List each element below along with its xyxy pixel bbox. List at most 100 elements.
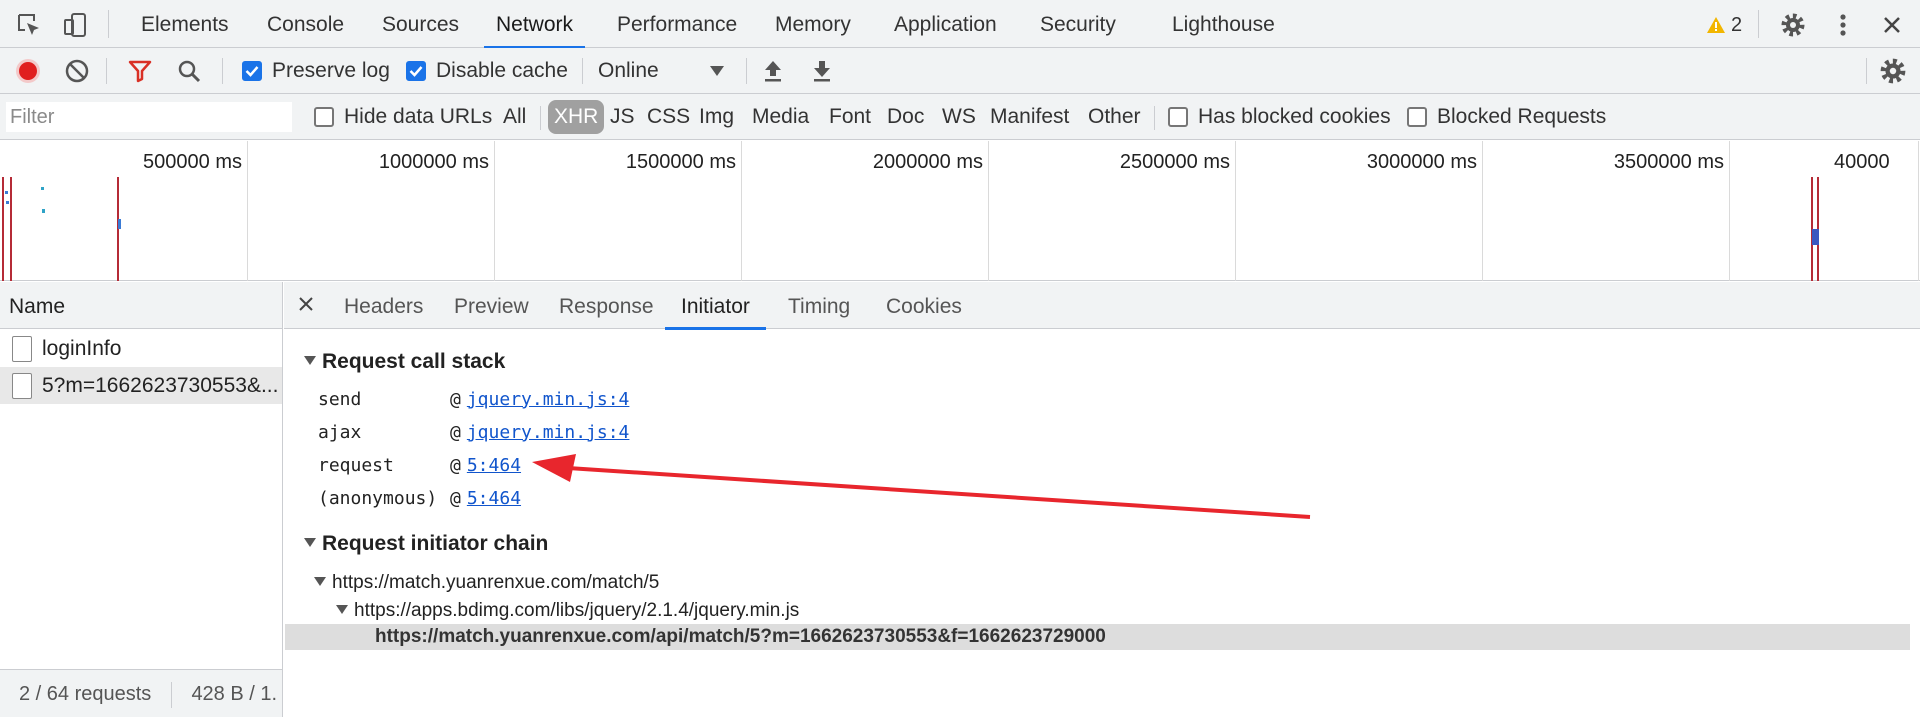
tab-performance[interactable]: Performance [617,0,737,48]
separator [1758,10,1759,38]
load-event-marker [2,177,4,281]
tab-console[interactable]: Console [267,0,344,48]
has-blocked-cookies-checkbox[interactable]: Has blocked cookies [1168,94,1391,140]
request-bar [41,187,44,190]
initiator-url: https://match.yuanrenxue.com/match/5 [332,572,660,593]
timeline-divider [741,141,742,281]
type-filter-media[interactable]: Media [747,100,814,134]
timeline-label: 3000000 ms [1366,151,1477,173]
request-count: 2 / 64 requests [19,683,152,705]
funnel-icon [128,60,152,83]
clear-button[interactable] [64,48,90,94]
name-column-header[interactable]: Name [0,282,282,329]
tab-timing[interactable]: Timing [788,282,850,329]
initiator-url: https://apps.bdimg.com/libs/jquery/2.1.4… [354,600,800,621]
tab-network[interactable]: Network [483,0,586,49]
checkbox-checked-icon [406,61,426,81]
call-stack-title: Request call stack [322,350,506,373]
search-icon [178,60,201,83]
record-button[interactable] [14,48,42,94]
type-filter-img[interactable]: Img [694,100,739,134]
hide-data-urls-checkbox[interactable]: Hide data URLs [314,94,492,140]
source-link[interactable]: 5:464 [467,455,521,476]
separator [170,681,172,708]
type-filter-doc[interactable]: Doc [882,100,929,134]
settings-gear-icon[interactable] [1778,10,1808,40]
close-icon[interactable] [1877,10,1907,40]
search-button[interactable] [176,48,202,94]
tab-headers[interactable]: Headers [344,282,423,329]
tab-lighthouse[interactable]: Lighthouse [1172,0,1275,48]
stack-function: ajax [318,421,362,443]
initiator-chain-item-selected[interactable]: https://match.yuanrenxue.com/api/match/5… [285,624,1910,650]
filter-bar: Hide data URLs All XHR JS CSS Img Media … [0,94,1920,140]
call-stack-section-header[interactable]: Request call stack [304,350,505,374]
timeline-divider [1729,141,1730,281]
disable-cache-checkbox[interactable]: Disable cache [406,48,568,94]
tab-application[interactable]: Application [894,0,997,48]
stack-at: @ [450,454,461,476]
gear-icon [1880,58,1906,84]
separator [1866,58,1867,84]
network-overview-timeline[interactable]: 500000 ms 1000000 ms 1500000 ms 2000000 … [0,141,1920,281]
export-har-button[interactable] [811,48,833,94]
close-icon [299,297,313,311]
warnings-badge[interactable]: 2 [1706,12,1742,38]
initiator-chain-item[interactable]: https://apps.bdimg.com/libs/jquery/2.1.4… [336,598,799,624]
preserve-log-checkbox[interactable]: Preserve log [242,48,390,94]
request-status-bar: 2 / 64 requests 428 B / 1. [0,669,282,717]
tab-security[interactable]: Security [1040,0,1116,48]
initiator-panel: Request call stack send @ jquery.min.js:… [284,330,1920,717]
checkbox-checked-icon [242,61,262,81]
separator [582,58,583,84]
filter-input[interactable] [6,102,292,132]
request-bar [6,201,9,204]
warning-triangle-icon [1707,17,1725,33]
type-filter-xhr[interactable]: XHR [548,100,605,134]
tab-elements[interactable]: Elements [141,0,229,48]
type-filter-manifest[interactable]: Manifest [985,100,1074,134]
type-filter-all[interactable]: All [498,100,531,134]
request-row[interactable]: loginInfo [0,330,282,367]
tab-initiator[interactable]: Initiator [665,282,766,330]
stack-at: @ [450,421,461,443]
stack-frame: (anonymous) @ 5:464 [318,485,521,511]
tab-preview[interactable]: Preview [454,282,529,329]
blocked-requests-checkbox[interactable]: Blocked Requests [1407,94,1606,140]
inspect-element-icon[interactable] [14,10,44,40]
clear-icon [65,59,89,83]
network-settings-button[interactable] [1879,48,1907,94]
expand-triangle-icon [304,537,316,547]
initiator-chain-section-header[interactable]: Request initiator chain [304,532,548,556]
tab-cookies[interactable]: Cookies [886,282,962,329]
checkbox-unchecked-icon [314,107,334,127]
stack-frame: send @ jquery.min.js:4 [318,386,629,412]
request-row-selected[interactable]: 5?m=1662623730553&... [0,367,282,404]
separator [540,106,541,130]
timeline-label: 1500000 ms [625,151,736,173]
source-link[interactable]: jquery.min.js:4 [467,422,630,443]
type-filter-css[interactable]: CSS [642,100,695,134]
type-filter-font[interactable]: Font [824,100,876,134]
source-link[interactable]: jquery.min.js:4 [467,389,630,410]
device-toolbar-icon[interactable] [60,10,90,40]
tab-sources[interactable]: Sources [382,0,459,48]
throttling-select[interactable]: Online [598,48,724,94]
separator [108,10,109,38]
type-filter-ws[interactable]: WS [937,100,981,134]
type-filter-other[interactable]: Other [1083,100,1146,134]
filter-toggle-button[interactable] [127,48,153,94]
transfer-size: 428 B / 1. [191,683,278,705]
more-options-icon[interactable] [1828,10,1858,40]
initiator-chain-item[interactable]: https://match.yuanrenxue.com/match/5 [314,570,659,596]
separator [106,58,107,84]
close-detail-button[interactable] [298,296,314,317]
import-har-button[interactable] [762,48,784,94]
timeline-divider [1482,141,1483,281]
tab-memory[interactable]: Memory [775,0,851,48]
tab-response[interactable]: Response [559,282,654,329]
source-link[interactable]: 5:464 [467,488,521,509]
type-filter-js[interactable]: JS [605,100,640,134]
timeline-label: 3500000 ms [1613,151,1724,173]
separator [1154,106,1155,130]
